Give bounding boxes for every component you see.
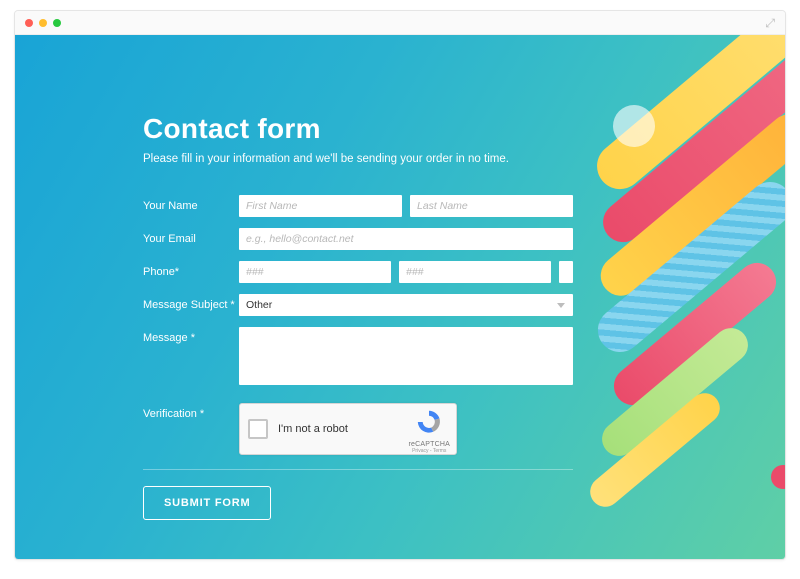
phone-label: Phone*	[143, 261, 239, 278]
window-chrome: ⤢	[15, 11, 785, 35]
subject-select[interactable]: Other	[239, 294, 573, 316]
email-input[interactable]	[239, 228, 573, 250]
expand-icon[interactable]: ⤢	[765, 16, 775, 31]
message-textarea[interactable]	[239, 327, 573, 385]
email-label: Your Email	[143, 228, 239, 245]
browser-window: ⤢ Contact form Please fill in your infor…	[14, 10, 786, 560]
recaptcha-badge: reCAPTCHA Privacy - Terms	[409, 408, 450, 454]
recaptcha-checkbox[interactable]	[248, 419, 268, 439]
page-title: Contact form	[143, 113, 573, 145]
contact-form: Your Name Your Email Phone*	[143, 195, 573, 520]
phone-part3-input[interactable]	[559, 261, 573, 283]
phone-part1-input[interactable]	[239, 261, 391, 283]
recaptcha-legal: Privacy - Terms	[409, 448, 450, 454]
name-label: Your Name	[143, 195, 239, 212]
recaptcha-brand: reCAPTCHA	[409, 441, 450, 448]
recaptcha-icon	[415, 408, 443, 436]
subject-label: Message Subject *	[143, 294, 239, 311]
message-label: Message *	[143, 327, 239, 344]
phone-part2-input[interactable]	[399, 261, 551, 283]
recaptcha-text: I'm not a robot	[278, 423, 348, 435]
submit-button[interactable]: SUBMIT FORM	[143, 486, 271, 520]
first-name-input[interactable]	[239, 195, 402, 217]
verification-label: Verification *	[143, 403, 239, 420]
page-subtitle: Please fill in your information and we'l…	[143, 153, 573, 165]
window-close-dot[interactable]	[25, 19, 33, 27]
form-divider	[143, 469, 573, 470]
last-name-input[interactable]	[410, 195, 573, 217]
window-maximize-dot[interactable]	[53, 19, 61, 27]
recaptcha-widget[interactable]: I'm not a robot reCAPTCHA Privacy - Term…	[239, 403, 457, 455]
page-viewport: Contact form Please fill in your informa…	[15, 35, 785, 560]
window-minimize-dot[interactable]	[39, 19, 47, 27]
